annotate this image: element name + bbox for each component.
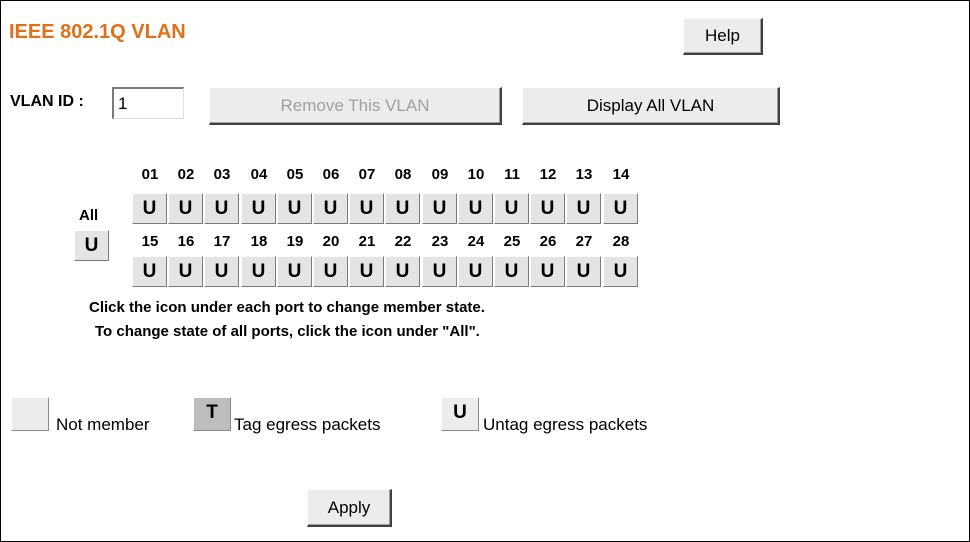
port-number: 15: [141, 233, 159, 250]
port-state-toggle[interactable]: U: [530, 193, 565, 224]
port-state-toggle[interactable]: U: [313, 256, 348, 287]
port-number: 07: [358, 166, 376, 183]
port-number: 14: [612, 166, 630, 183]
not-member-legend-label: Not member: [56, 415, 150, 434]
port-number: 17: [213, 233, 231, 250]
port-state-toggle[interactable]: U: [603, 193, 638, 224]
port-state-toggle[interactable]: U: [204, 193, 239, 224]
port-state-toggle[interactable]: U: [566, 193, 601, 224]
instruction-line-2: To change state of all ports, click the …: [95, 323, 480, 340]
port-number: 03: [213, 166, 231, 183]
port-number: 19: [286, 233, 304, 250]
port-number: 02: [177, 166, 195, 183]
port-number: 23: [431, 233, 449, 250]
all-ports-toggle[interactable]: U: [74, 230, 109, 261]
port-state-toggle[interactable]: U: [132, 256, 167, 287]
port-state-toggle[interactable]: U: [385, 193, 420, 224]
all-ports-label: All: [79, 207, 99, 224]
port-number: 16: [177, 233, 195, 250]
display-all-vlan-button[interactable]: Display All VLAN: [522, 87, 780, 125]
port-state-toggle[interactable]: U: [241, 193, 276, 224]
port-state-toggle[interactable]: U: [277, 256, 312, 287]
remove-vlan-button[interactable]: Remove This VLAN: [209, 87, 502, 125]
port-number: 09: [431, 166, 449, 183]
tag-legend-icon: T: [193, 397, 231, 431]
port-state-toggle[interactable]: U: [385, 256, 420, 287]
port-number: 08: [394, 166, 412, 183]
port-number: 27: [575, 233, 593, 250]
not-member-legend-icon: [11, 397, 49, 431]
port-number: 12: [539, 166, 557, 183]
port-number: 10: [467, 166, 485, 183]
port-state-toggle[interactable]: U: [494, 256, 529, 287]
port-number: 20: [322, 233, 340, 250]
port-state-toggle[interactable]: U: [204, 256, 239, 287]
port-state-toggle[interactable]: U: [241, 256, 276, 287]
port-number: 26: [539, 233, 557, 250]
port-state-toggle[interactable]: U: [458, 256, 493, 287]
port-number: 18: [250, 233, 268, 250]
port-state-toggle[interactable]: U: [349, 193, 384, 224]
port-state-toggle[interactable]: U: [566, 256, 601, 287]
port-number: 01: [141, 166, 159, 183]
port-state-toggle[interactable]: U: [530, 256, 565, 287]
port-state-toggle[interactable]: U: [422, 256, 457, 287]
port-number: 24: [467, 233, 485, 250]
apply-button[interactable]: Apply: [307, 489, 392, 527]
port-state-toggle[interactable]: U: [422, 193, 457, 224]
port-state-toggle[interactable]: U: [277, 193, 312, 224]
port-number: 28: [612, 233, 630, 250]
help-button[interactable]: Help: [683, 18, 763, 55]
vlan-id-label: VLAN ID :: [10, 93, 84, 110]
port-number: 22: [394, 233, 412, 250]
port-number: 25: [503, 233, 521, 250]
vlan-id-input[interactable]: [112, 87, 184, 119]
port-number: 05: [286, 166, 304, 183]
page-title: IEEE 802.1Q VLAN: [9, 21, 186, 43]
port-state-toggle[interactable]: U: [603, 256, 638, 287]
port-state-toggle[interactable]: U: [349, 256, 384, 287]
port-state-toggle[interactable]: U: [458, 193, 493, 224]
tag-legend-label: Tag egress packets: [234, 415, 381, 434]
untag-legend-icon: U: [441, 397, 479, 431]
port-state-toggle[interactable]: U: [313, 193, 348, 224]
port-number: 11: [504, 166, 520, 183]
port-number: 06: [322, 166, 340, 183]
port-state-toggle[interactable]: U: [132, 193, 167, 224]
port-state-toggle[interactable]: U: [494, 193, 529, 224]
port-number: 21: [358, 233, 376, 250]
port-state-toggle[interactable]: U: [168, 256, 203, 287]
port-state-toggle[interactable]: U: [168, 193, 203, 224]
instruction-line-1: Click the icon under each port to change…: [89, 299, 485, 316]
untag-legend-label: Untag egress packets: [483, 415, 648, 434]
port-number: 13: [575, 166, 593, 183]
vlan-page: IEEE 802.1Q VLAN Help VLAN ID : Remove T…: [0, 0, 970, 542]
port-number: 04: [250, 166, 268, 183]
